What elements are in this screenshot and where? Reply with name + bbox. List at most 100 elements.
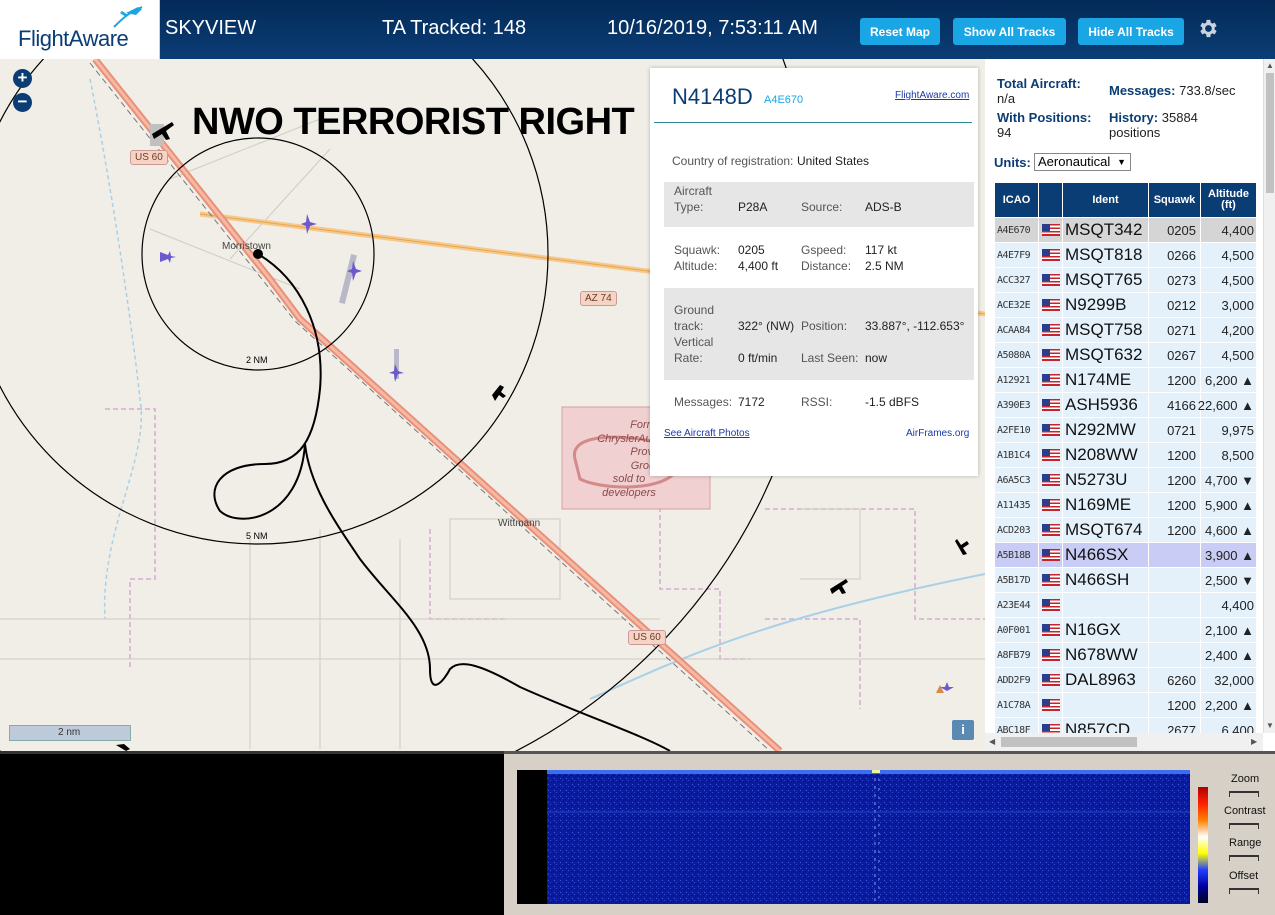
us-flag-icon xyxy=(1041,674,1060,686)
horizontal-scrollbar[interactable]: ◀ ▶ xyxy=(985,733,1263,751)
squawk-cell: 0212 xyxy=(1149,293,1201,317)
history-value: 35884 xyxy=(1161,110,1198,125)
reset-map-button[interactable]: Reset Map xyxy=(860,18,940,45)
clock-datetime: 10/16/2019, 7:53:11 AM xyxy=(607,17,818,39)
table-row[interactable]: A6A5C3 N5273U 1200 4,700 ▼ xyxy=(995,468,1257,493)
table-row[interactable]: ACE32E N9299B 0212 3,000 xyxy=(995,293,1257,318)
scroll-left-icon[interactable]: ◀ xyxy=(989,737,995,746)
total-aircraft-label: Total Aircraft: xyxy=(997,76,1081,91)
col-ident[interactable]: Ident xyxy=(1063,183,1149,217)
squawk-cell: 1200 xyxy=(1149,693,1201,717)
table-row[interactable]: A0F001 N16GX 2,100 ▲ xyxy=(995,618,1257,643)
ident-cell: ASH5936 xyxy=(1063,393,1149,417)
aircraft-photos-link[interactable]: See Aircraft Photos xyxy=(664,428,750,439)
offset-control[interactable] xyxy=(1229,888,1259,894)
table-row[interactable]: ABC18F N857CD 2677 6,400 xyxy=(995,718,1257,733)
table-row[interactable]: A1B1C4 N208WW 1200 8,500 xyxy=(995,443,1257,468)
altitude-cell: 8,500 xyxy=(1201,443,1257,467)
table-row[interactable]: A390E3 ASH5936 4166 22,600 ▲ xyxy=(995,393,1257,418)
total-aircraft-label-text: Total Aircraft: xyxy=(997,76,1081,91)
us-flag-icon xyxy=(1041,224,1060,236)
table-row[interactable]: A11435 N169ME 1200 5,900 ▲ xyxy=(995,493,1257,518)
altitude-cell: 4,400 xyxy=(1201,593,1257,617)
airframes-link[interactable]: AirFrames.org xyxy=(906,428,969,439)
us-flag-icon xyxy=(1039,368,1063,392)
waterfall-spectrogram[interactable] xyxy=(517,770,1190,904)
gear-icon[interactable] xyxy=(1196,17,1219,40)
scroll-up-icon[interactable]: ▲ xyxy=(1266,61,1274,70)
popup-divider xyxy=(654,122,972,123)
us-flag-icon xyxy=(1041,624,1060,636)
vertical-scrollbar[interactable]: ▲ ▼ xyxy=(1263,59,1275,733)
us-flag-icon xyxy=(1039,343,1063,367)
us-flag-icon xyxy=(1041,249,1060,261)
altitude-cell: 4,500 xyxy=(1201,268,1257,292)
table-row[interactable]: A1C78A 1200 2,200 ▲ xyxy=(995,693,1257,718)
plane-logo-icon xyxy=(113,6,143,28)
us-flag-icon xyxy=(1039,443,1063,467)
popup-registration: N4148D xyxy=(672,84,753,109)
col-squawk[interactable]: Squawk xyxy=(1149,183,1201,217)
units-select[interactable]: Aeronautical ▼ xyxy=(1034,153,1131,171)
ident-cell: N466SH xyxy=(1063,568,1149,592)
vertical-scroll-thumb[interactable] xyxy=(1266,73,1274,193)
aircraft-label: Aircraft xyxy=(674,184,713,198)
units-label-text: Units: xyxy=(994,155,1031,170)
squawk-cell: 6260 xyxy=(1149,668,1201,692)
spectrogram-graphic xyxy=(547,770,1190,904)
info-icon[interactable]: i xyxy=(952,720,974,740)
range-control[interactable] xyxy=(1229,855,1259,861)
zoom-in-button[interactable]: + xyxy=(13,69,32,88)
waterfall-colorbar xyxy=(1198,787,1208,903)
us-flag-icon xyxy=(1039,218,1063,242)
col-altitude[interactable]: Altitude (ft) xyxy=(1201,183,1257,217)
altitude-cell: 6,200 ▲ xyxy=(1201,368,1257,392)
table-row[interactable]: ACC327 MSQT765 0273 4,500 xyxy=(995,268,1257,293)
icao-cell: A6A5C3 xyxy=(995,468,1039,492)
scroll-right-icon[interactable]: ▶ xyxy=(1251,737,1257,746)
squawk-cell: 4166 xyxy=(1149,393,1201,417)
altitude-cell: 32,000 xyxy=(1201,668,1257,692)
table-row[interactable]: A4E7F9 MSQT818 0266 4,500 xyxy=(995,243,1257,268)
table-row[interactable]: A23E44 4,400 xyxy=(995,593,1257,618)
zoom-out-button[interactable]: − xyxy=(13,93,32,112)
squawk-cell xyxy=(1149,643,1201,667)
hide-all-tracks-button[interactable]: Hide All Tracks xyxy=(1078,18,1184,45)
altitude-cell: 3,900 ▲ xyxy=(1201,543,1257,567)
scroll-down-icon[interactable]: ▼ xyxy=(1266,721,1274,730)
horizontal-scroll-thumb[interactable] xyxy=(1001,737,1137,747)
zoom-control[interactable] xyxy=(1229,791,1259,797)
table-row[interactable]: A8FB79 N678WW 2,400 ▲ xyxy=(995,643,1257,668)
us-flag-icon xyxy=(1039,593,1063,617)
gspeed-label: Gspeed: xyxy=(801,243,847,257)
icao-cell: ACAA84 xyxy=(995,318,1039,342)
show-all-tracks-button[interactable]: Show All Tracks xyxy=(953,18,1066,45)
type-value: P28A xyxy=(738,200,768,214)
flightaware-link[interactable]: FlightAware.com xyxy=(895,90,969,101)
us-flag-icon xyxy=(1039,518,1063,542)
road-shield-az74: AZ 74 xyxy=(580,291,617,306)
altitude-cell: 2,100 ▲ xyxy=(1201,618,1257,642)
col-icao[interactable]: ICAO xyxy=(995,183,1039,217)
table-row[interactable]: ADD2F9 DAL8963 6260 32,000 xyxy=(995,668,1257,693)
table-row[interactable]: A12921 N174ME 1200 6,200 ▲ xyxy=(995,368,1257,393)
col-flag[interactable] xyxy=(1039,183,1063,217)
table-row[interactable]: A5B17D N466SH 2,500 ▼ xyxy=(995,568,1257,593)
squawk-label: Squawk: xyxy=(674,243,721,257)
us-flag-icon xyxy=(1041,274,1060,286)
table-row[interactable]: ACAA84 MSQT758 0271 4,200 xyxy=(995,318,1257,343)
altitude-cell: 3,000 xyxy=(1201,293,1257,317)
position-value: 33.887°, -112.653° xyxy=(865,319,965,333)
history-unit: positions xyxy=(1109,125,1161,140)
us-flag-icon xyxy=(1041,449,1060,461)
popup-hex-code[interactable]: A4E670 xyxy=(764,94,803,106)
contrast-control[interactable] xyxy=(1229,823,1259,829)
squawk-cell xyxy=(1149,543,1201,567)
table-row[interactable]: A5B18B N466SX 3,900 ▲ xyxy=(995,543,1257,568)
table-row[interactable]: A4E670 MSQT342 0205 4,400 xyxy=(995,218,1257,243)
table-row[interactable]: ACD203 MSQT674 1200 4,600 ▲ xyxy=(995,518,1257,543)
table-row[interactable]: A5080A MSQT632 0267 4,500 xyxy=(995,343,1257,368)
table-row[interactable]: A2FE10 N292MW 0721 9,975 xyxy=(995,418,1257,443)
flightaware-logo[interactable]: FlightAware xyxy=(0,0,160,59)
scale-label: 2 nm xyxy=(58,727,81,738)
